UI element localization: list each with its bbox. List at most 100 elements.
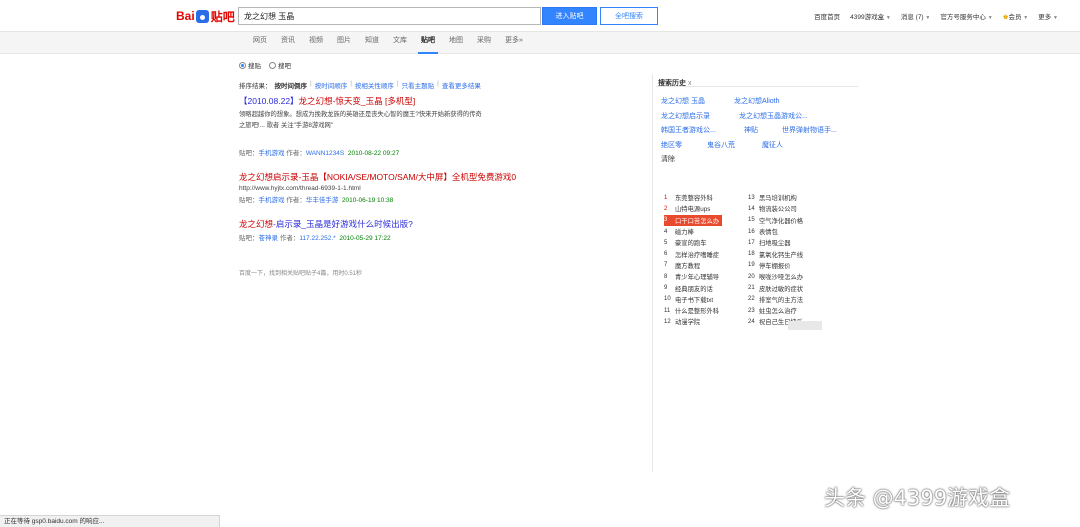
- hot-search-item[interactable]: 18 氯氧化钙生产线: [748, 248, 833, 259]
- member-label: 会员: [1008, 14, 1022, 21]
- link-messages[interactable]: 消息 (7) ▼: [901, 11, 931, 21]
- column-divider: [652, 74, 653, 472]
- link-official-service[interactable]: 官方号服务中心 ▼: [940, 11, 992, 21]
- link-more[interactable]: 更多 ▼: [1038, 11, 1058, 21]
- history-item[interactable]: 鬼谷八荒: [707, 140, 762, 150]
- history-row: 韩国王者游戏公... 神贴 世界弹射物语手...: [661, 123, 861, 138]
- tab-zhidao[interactable]: 知道: [358, 32, 386, 54]
- logo-tieba-text: 贴吧: [210, 9, 235, 24]
- history-item[interactable]: 世界弹射物语手...: [782, 125, 837, 135]
- tab-images[interactable]: 图片: [330, 32, 358, 54]
- hot-search-item[interactable]: 7 魔方教程: [664, 260, 749, 271]
- hot-search-item[interactable]: 11 什么是整形外科: [664, 305, 749, 316]
- hot-search-item[interactable]: 23 蛀虫怎么治疗: [748, 305, 833, 316]
- tab-web[interactable]: 网页: [246, 32, 274, 54]
- search-input[interactable]: [239, 8, 540, 24]
- hot-search-item[interactable]: 13 黑马培训机构: [748, 192, 833, 203]
- hot-rank: 15: [748, 217, 755, 224]
- result-title-link[interactable]: 【2010.08.22】龙之幻想-惊天变_玉晶 [多机型]: [239, 95, 539, 107]
- hot-search-item[interactable]: 15 空气净化器价格: [748, 215, 833, 226]
- history-item[interactable]: 龙之幻想启示录: [661, 111, 739, 121]
- sort-relevance-link[interactable]: 按相关性顺序: [355, 80, 394, 90]
- result-item: 【2010.08.22】龙之幻想-惊天变_玉晶 [多机型] 领略超越你的想象。想…: [239, 95, 539, 157]
- clear-history-link[interactable]: 清除: [661, 154, 675, 164]
- enter-tieba-button[interactable]: 进入贴吧: [542, 7, 597, 25]
- hot-search-item[interactable]: 6 怎样治疗嗜睡症: [664, 248, 749, 259]
- hot-search-item[interactable]: 9 经典朋友的话: [664, 282, 749, 293]
- meta-bar-link[interactable]: 手机游戏: [259, 197, 285, 204]
- history-item[interactable]: 龙之幻想Alioth: [734, 96, 780, 106]
- result-title-link[interactable]: 龙之幻想-启示录_玉晶是好游戏什么时候出版?: [239, 218, 539, 230]
- meta-time: 2010-06-19 10:38: [341, 197, 394, 204]
- result-item: 龙之幻想启示录-玉晶【NOKIA/SE/MOTO/SAM/大中屏】全机型免费游戏…: [239, 171, 539, 204]
- hot-search-item[interactable]: 19 停车棚报价: [748, 260, 833, 271]
- hot-search-item[interactable]: 22 排室气的主方法: [748, 294, 833, 305]
- hot-search-item[interactable]: 12 动漫学院: [664, 316, 749, 327]
- history-row: 龙之幻想 玉晶 龙之幻想Alioth: [661, 94, 861, 109]
- hot-search-item[interactable]: 14 物流装公公司: [748, 203, 833, 214]
- hot-search-item[interactable]: 20 喉咙沙哑怎么办: [748, 271, 833, 282]
- sort-separator: |: [350, 80, 352, 87]
- tab-video[interactable]: 视频: [302, 32, 330, 54]
- hot-rank: 4: [664, 228, 668, 235]
- meta-author-link[interactable]: WANN1234S: [306, 150, 344, 157]
- hot-search-item[interactable]: 17 扫地吸尘器: [748, 237, 833, 248]
- meta-author-link[interactable]: 华丰佳手游: [306, 197, 339, 204]
- link-user[interactable]: 4399游戏盒 ▼: [850, 11, 891, 21]
- hot-search-item[interactable]: 4 磁力棒: [664, 226, 749, 237]
- meta-bar-link[interactable]: 苍神录: [259, 235, 279, 242]
- sort-time-asc-link[interactable]: 按时间顺序: [315, 80, 348, 90]
- history-item[interactable]: 神贴: [744, 125, 782, 135]
- hot-rank: 14: [748, 205, 755, 212]
- top-bar: Bai 贴吧 进入贴吧 全吧搜索 百度首页 4399游戏盒 ▼ 消息 (7) ▼…: [0, 0, 1080, 32]
- only-topics-link[interactable]: 只看主题贴: [402, 80, 435, 90]
- hot-search-item[interactable]: 10 电子书下载txt: [664, 294, 749, 305]
- hot-title: 东莞整容外科: [675, 195, 713, 203]
- hot-search-item[interactable]: 5 豪宣的跑车: [664, 237, 749, 248]
- history-item[interactable]: 龙之幻想 玉晶: [661, 96, 734, 106]
- hot-search-item[interactable]: 1 东莞整容外科: [664, 192, 749, 203]
- hot-title: 魔方教程: [675, 262, 701, 270]
- hot-rank: 3: [664, 217, 668, 224]
- hot-search-item[interactable]: 16 表情包: [748, 226, 833, 237]
- meta-time: 2010-08-22 09:27: [347, 150, 400, 157]
- results-footnote: 百度一下，找到相关贴吧贴子4篇，用时0.51秒: [239, 271, 363, 277]
- search-all-button[interactable]: 全吧搜索: [600, 7, 658, 25]
- tab-map[interactable]: 地图: [442, 32, 470, 54]
- meta-bar-label: 贴吧：: [239, 197, 259, 204]
- radio-search-bars[interactable]: 搜吧: [269, 60, 291, 70]
- more-results-link[interactable]: 查看更多结果: [442, 80, 481, 90]
- hot-search-item[interactable]: 21 皮肤过敏的症状: [748, 282, 833, 293]
- tab-wenku[interactable]: 文库: [386, 32, 414, 54]
- result-meta: 贴吧：手机游戏 作者：WANN1234S 2010-08-22 09:27: [239, 147, 539, 157]
- result-title-text: 启示录-玉晶【NOKIA/SE/MOTO/SAM/大中屏】全机型免费游戏0: [273, 172, 517, 182]
- hot-title: 氯氧化钙生产线: [759, 251, 804, 259]
- result-title-link[interactable]: 龙之幻想启示录-玉晶【NOKIA/SE/MOTO/SAM/大中屏】全机型免费游戏…: [239, 171, 539, 183]
- meta-author-link[interactable]: 117.22.252.*: [299, 235, 335, 242]
- tab-tieba[interactable]: 贴吧: [414, 32, 442, 54]
- history-item[interactable]: 龙之幻想玉晶游戏公...: [739, 111, 808, 121]
- radio-search-posts[interactable]: 搜贴: [239, 60, 261, 70]
- result-meta: 贴吧：苍神录 作者：117.22.252.* 2010-05-29 17:22: [239, 232, 539, 242]
- hot-title: 经典朋友的话: [675, 285, 713, 293]
- tab-news[interactable]: 资讯: [274, 32, 302, 54]
- tab-purchase[interactable]: 采购: [470, 32, 498, 54]
- browser-status-bar: 正在等待 gsp0.baidu.com 的响应...: [0, 515, 220, 527]
- hot-search-item[interactable]: 2 山特电源ups: [664, 203, 749, 214]
- hot-search-item[interactable]: 3 口干口苦怎么办: [664, 214, 722, 226]
- hot-title: 磁力棒: [675, 229, 694, 237]
- history-item[interactable]: 绝区零: [661, 140, 707, 150]
- meta-bar-link[interactable]: 手机游戏: [259, 150, 285, 157]
- official-service-label: 官方号服务中心: [940, 14, 986, 21]
- history-item[interactable]: 韩国王者游戏公...: [661, 125, 744, 135]
- hot-search-item[interactable]: 8 青少年心理辅导: [664, 271, 749, 282]
- tab-more[interactable]: 更多»: [498, 32, 530, 54]
- baidu-tieba-logo[interactable]: Bai 贴吧: [176, 8, 235, 24]
- hot-rank: 18: [748, 251, 755, 258]
- meta-author-label: 作者：: [279, 235, 300, 242]
- history-item[interactable]: 魔征人: [762, 140, 783, 150]
- link-member[interactable]: ♚会员 ▼: [1003, 11, 1029, 21]
- hot-rank: 5: [664, 239, 668, 246]
- link-baidu-home[interactable]: 百度首页: [814, 11, 840, 21]
- logo-text: Bai: [176, 9, 195, 23]
